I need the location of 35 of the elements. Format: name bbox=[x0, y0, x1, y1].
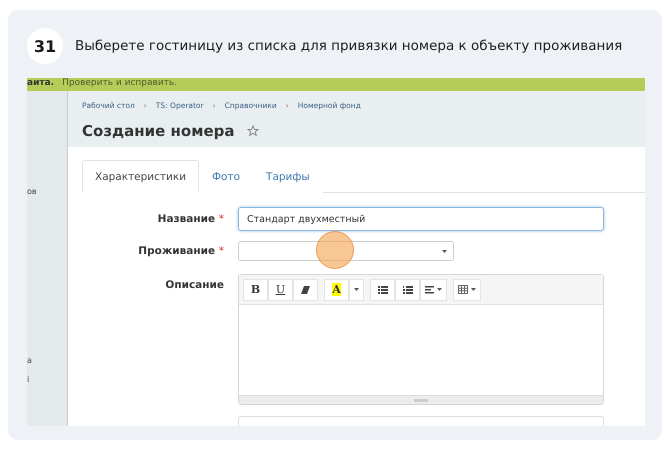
step-instruction: Выберете гостиницу из списка для привязки номера к объекту проживания bbox=[75, 38, 622, 54]
caret-icon bbox=[437, 288, 442, 291]
caret-icon bbox=[442, 250, 447, 252]
sidebar-item[interactable]: ов bbox=[27, 187, 67, 196]
eraser-icon bbox=[301, 286, 310, 294]
numbers-button[interactable] bbox=[395, 278, 420, 300]
caret-icon bbox=[471, 288, 476, 291]
sidebar-item[interactable]: а bbox=[27, 356, 67, 365]
tab[interactable]: Характеристики bbox=[82, 160, 200, 193]
resize-handle-icon[interactable] bbox=[414, 398, 428, 402]
underline-button[interactable]: U bbox=[268, 278, 293, 300]
table-icon bbox=[458, 285, 468, 294]
bold-button[interactable]: B bbox=[243, 278, 268, 300]
bullet-list-icon bbox=[378, 286, 388, 294]
step-number: 31 bbox=[27, 28, 63, 64]
input-field[interactable] bbox=[238, 416, 604, 426]
field-label: Название * bbox=[156, 213, 225, 225]
page-title: Создание номера bbox=[82, 122, 234, 140]
description-editor[interactable]: B U A bbox=[238, 274, 604, 405]
notice-link[interactable]: Проверить и исправить. bbox=[62, 78, 178, 88]
caret-icon bbox=[354, 288, 359, 291]
field-label: Описание bbox=[164, 278, 225, 291]
dropdown-button[interactable] bbox=[349, 278, 364, 300]
field-label: Проживание * bbox=[137, 245, 225, 257]
align-icon bbox=[425, 286, 434, 294]
table-button[interactable] bbox=[453, 278, 481, 300]
numbered-list-icon bbox=[402, 286, 412, 294]
eraser-button[interactable] bbox=[293, 278, 318, 300]
highlight-button[interactable]: A bbox=[324, 278, 349, 300]
name-field[interactable]: Стандарт двухместный bbox=[238, 207, 604, 231]
align-button[interactable] bbox=[420, 278, 447, 300]
bullets-button[interactable] bbox=[370, 278, 395, 300]
star-icon[interactable] bbox=[246, 125, 258, 137]
sidebar-item[interactable]: і bbox=[27, 375, 67, 384]
notice-prefix: аита. bbox=[27, 78, 54, 88]
